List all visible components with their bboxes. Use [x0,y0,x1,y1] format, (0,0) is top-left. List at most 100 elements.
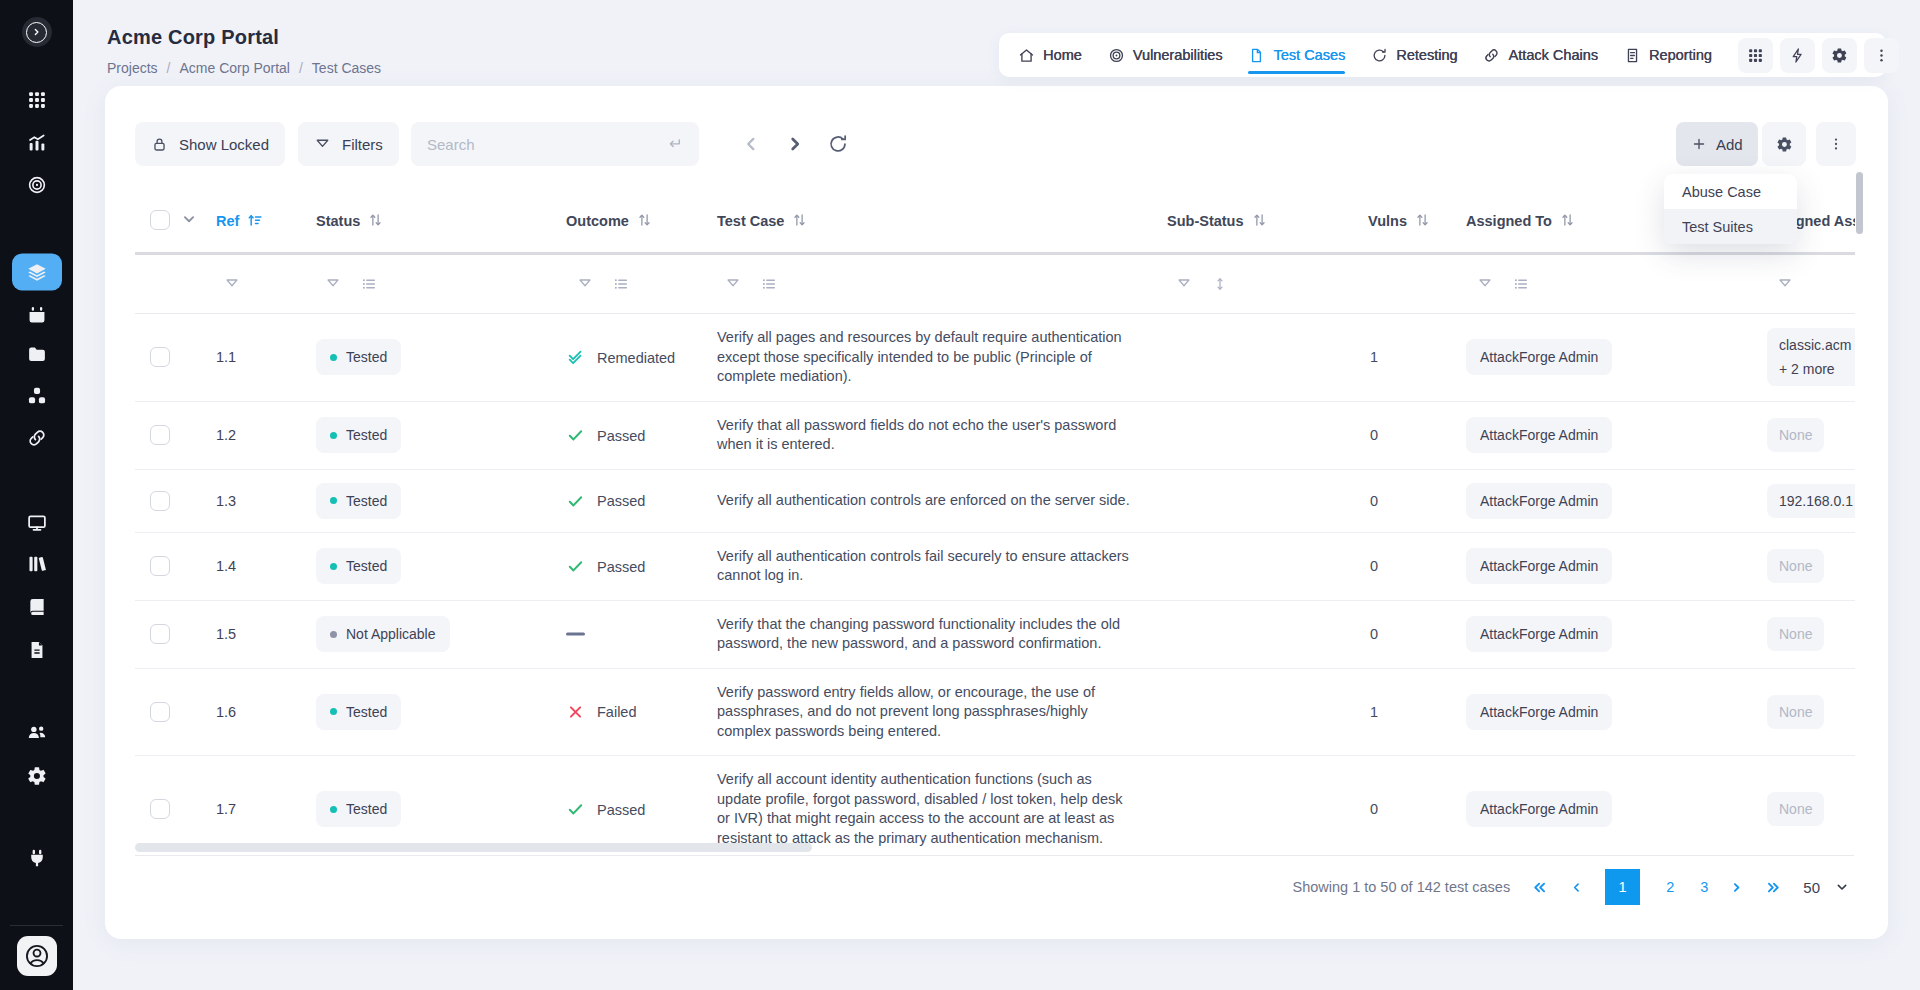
table-row[interactable]: 1.2TestedPassedVerify that all password … [135,401,1855,469]
column-header-assigned-to[interactable]: Assigned To [1466,212,1576,229]
status-badge: Tested [316,483,401,519]
sidebar-item-modules[interactable] [26,386,47,407]
filter-funnel-icon[interactable] [577,276,593,292]
page-number[interactable]: 3 [1700,879,1708,895]
sidebar-item-projects[interactable] [26,344,47,365]
sidebar-item-integrations[interactable] [26,848,47,869]
next-page-icon[interactable] [1729,880,1744,895]
filter-row [135,255,1855,313]
row-checkbox[interactable] [150,347,170,367]
sidebar-item-attack-chains[interactable] [26,428,47,449]
row-checkbox[interactable] [150,556,170,576]
add-button[interactable]: Add [1676,122,1758,166]
apps-grid-icon [26,90,47,111]
column-header-vulns[interactable]: Vulns [1368,212,1431,229]
sort-icon [791,212,808,229]
horizontal-scrollbar[interactable] [135,843,812,852]
table-row[interactable]: 1.4TestedPassedVerify all authentication… [135,532,1855,600]
vertical-scrollbar[interactable] [1856,172,1863,234]
sidebar-item-users[interactable] [26,722,47,743]
apps-grid-button[interactable] [1738,38,1773,73]
table-settings-button[interactable] [1762,122,1806,166]
more-options-button[interactable] [1816,122,1856,166]
filter-funnel-icon[interactable] [1176,276,1192,292]
user-avatar[interactable] [17,936,57,976]
row-checkbox[interactable] [150,491,170,511]
column-header-ref[interactable]: Ref [216,212,263,229]
vulns-count: 1 [1370,349,1378,365]
layers-icon [12,254,62,291]
menu-item-test-suites[interactable]: Test Suites [1664,209,1797,244]
first-page-icon[interactable] [1531,879,1548,896]
test-case-text: Verify all account identity authenticati… [717,770,1138,848]
show-locked-button[interactable]: Show Locked [135,122,285,166]
page-number-active[interactable]: 1 [1605,869,1640,905]
filter-list-icon[interactable] [761,276,777,292]
sidebar-item-settings[interactable] [26,766,47,787]
table-row[interactable]: 1.7TestedPassedVerify all account identi… [135,755,1855,850]
filter-list-icon[interactable] [1513,276,1529,292]
sidebar-logo[interactable] [22,17,52,47]
filter-list-icon[interactable] [613,276,629,292]
sidebar-item-analytics[interactable] [26,133,47,154]
filters-button[interactable]: Filters [298,122,399,166]
sidebar-item-target[interactable] [26,175,47,196]
sidebar-item-apps[interactable] [26,90,47,111]
filter-funnel-icon[interactable] [224,276,240,292]
column-header-status[interactable]: Status [316,212,384,229]
sidebar-item-assets[interactable] [26,513,47,534]
sidebar-item-library[interactable] [26,554,47,575]
prev-page-arrow[interactable] [740,133,762,155]
ref-cell: 1.2 [216,427,236,443]
gear-icon [1776,136,1793,153]
tab-vulnerabilities[interactable]: Vulnerabilities [1108,33,1223,77]
tab-attack-chains[interactable]: Attack Chains [1483,33,1597,77]
column-header-outcome[interactable]: Outcome [566,212,653,229]
row-checkbox[interactable] [150,799,170,819]
filter-updown-icon[interactable] [1212,276,1228,292]
kebab-button[interactable] [1864,38,1899,73]
sidebar-item-knowledge-base[interactable] [26,597,47,618]
row-checkbox[interactable] [150,702,170,722]
column-header-test-case[interactable]: Test Case [717,212,808,229]
tab-reporting[interactable]: Reporting [1624,33,1712,77]
select-all-checkbox[interactable] [150,210,170,230]
kebab-icon [1873,47,1890,64]
table-row[interactable]: 1.3TestedPassedVerify all authentication… [135,469,1855,532]
page-number[interactable]: 2 [1666,879,1674,895]
breadcrumb-item[interactable]: Acme Corp Portal [179,60,289,76]
next-page-arrow[interactable] [784,133,806,155]
tab-home[interactable]: Home [1018,33,1082,77]
filter-list-icon[interactable] [361,276,377,292]
refresh-icon[interactable] [827,133,849,155]
assigned-to-chip: AttackForge Admin [1466,339,1612,375]
chevron-down-icon[interactable] [180,210,198,228]
prev-page-icon[interactable] [1569,880,1584,895]
bolt-button[interactable] [1780,38,1815,73]
plus-icon [1691,136,1707,152]
refresh-icon [1371,47,1388,64]
table-row[interactable]: 1.5Not ApplicableVerify that the changin… [135,600,1855,668]
page-size-select[interactable]: 50 [1803,879,1850,896]
search-input[interactable]: Search [411,122,699,166]
tab-retesting[interactable]: Retesting [1371,33,1457,77]
gear-button[interactable] [1822,38,1857,73]
breadcrumb-item[interactable]: Projects [107,60,158,76]
last-page-icon[interactable] [1765,879,1782,896]
sidebar-item-test-cases[interactable] [12,254,62,291]
sidebar-item-calendar[interactable] [26,305,47,326]
row-checkbox[interactable] [150,425,170,445]
breadcrumb-item[interactable]: Test Cases [312,60,381,76]
table-row[interactable]: 1.6TestedFailedVerify password entry fie… [135,668,1855,756]
filter-funnel-icon[interactable] [1477,276,1493,292]
sidebar-item-documents[interactable] [26,640,47,661]
tab-test-cases[interactable]: Test Cases [1248,33,1345,77]
filter-funnel-icon[interactable] [325,276,341,292]
sort-icon [636,212,653,229]
menu-item-abuse-case[interactable]: Abuse Case [1664,174,1797,209]
filter-funnel-icon[interactable] [1777,276,1793,292]
column-header-sub-status[interactable]: Sub-Status [1167,212,1268,229]
table-row[interactable]: 1.1TestedRemediatedVerify all pages and … [135,314,1855,401]
row-checkbox[interactable] [150,624,170,644]
filter-funnel-icon[interactable] [725,276,741,292]
